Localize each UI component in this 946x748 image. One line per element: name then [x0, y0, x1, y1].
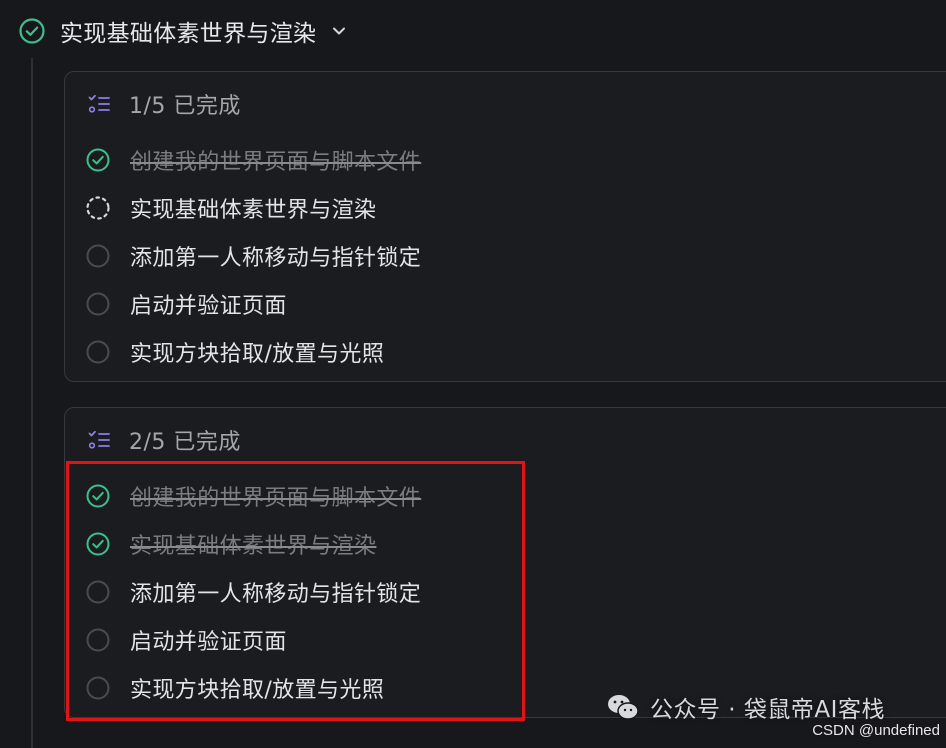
todo-item: 添加第一人称移动与指针锁定	[85, 568, 421, 616]
todo-list: 创建我的世界页面与脚本文件 实现基础体素世界与渲染 添加第一人称移动与指针锁定 …	[85, 472, 421, 712]
todo-progress: 2/5 已完成	[129, 430, 241, 455]
todo-card: 1/5 已完成 创建我的世界页面与脚本文件 实现基础体素世界与渲染 添加第一人称…	[64, 71, 946, 382]
todo-item: 实现方块拾取/放置与光照	[85, 328, 421, 376]
empty-circle-icon	[85, 291, 111, 317]
todo-item: 创建我的世界页面与脚本文件	[85, 136, 421, 184]
chat-panel: 实现基础体素世界与渲染 1/5 已完成 创建我的世界页面与脚本文件 实现基础体素…	[0, 0, 946, 748]
todo-item: 启动并验证页面	[85, 280, 421, 328]
todo-item-label: 添加第一人称移动与指针锁定	[130, 246, 422, 271]
todo-progress: 1/5 已完成	[129, 94, 241, 119]
todo-card-header: 1/5 已完成	[87, 88, 241, 120]
check-circle-icon	[18, 17, 46, 45]
wechat-icon	[606, 692, 640, 722]
empty-circle-icon	[85, 627, 111, 653]
thread-connector-line	[31, 58, 33, 748]
task-header[interactable]: 实现基础体素世界与渲染	[18, 14, 348, 48]
check-circle-icon	[85, 531, 111, 557]
loading-spinner-icon	[85, 195, 111, 221]
check-circle-icon	[85, 483, 111, 509]
watermark: 公众号 · 袋鼠帝AI客栈	[606, 690, 885, 724]
task-title: 实现基础体素世界与渲染	[60, 21, 317, 47]
todo-card-header: 2/5 已完成	[87, 424, 241, 456]
todo-item: 实现方块拾取/放置与光照	[85, 664, 421, 712]
todo-item-label: 实现方块拾取/放置与光照	[130, 678, 385, 703]
empty-circle-icon	[85, 675, 111, 701]
check-circle-icon	[85, 147, 111, 173]
todo-item-label: 启动并验证页面	[130, 630, 287, 655]
watermark-text: 公众号 · 袋鼠帝AI客栈	[650, 697, 885, 723]
empty-circle-icon	[85, 243, 111, 269]
todo-item: 启动并验证页面	[85, 616, 421, 664]
todo-item-label: 启动并验证页面	[130, 294, 287, 319]
todo-item-label: 创建我的世界页面与脚本文件	[130, 486, 422, 511]
todo-card: 2/5 已完成 创建我的世界页面与脚本文件 实现基础体素世界与渲染 添加第一人称…	[64, 407, 946, 718]
empty-circle-icon	[85, 339, 111, 365]
checklist-icon	[87, 429, 111, 451]
todo-item-label: 实现基础体素世界与渲染	[130, 534, 377, 559]
todo-item-label: 实现基础体素世界与渲染	[130, 198, 377, 223]
todo-item-label: 创建我的世界页面与脚本文件	[130, 150, 422, 175]
todo-list: 创建我的世界页面与脚本文件 实现基础体素世界与渲染 添加第一人称移动与指针锁定	[85, 136, 421, 376]
empty-circle-icon	[85, 579, 111, 605]
chevron-down-icon[interactable]	[330, 22, 348, 40]
todo-item: 实现基础体素世界与渲染	[85, 184, 421, 232]
todo-item: 实现基础体素世界与渲染	[85, 520, 421, 568]
todo-item: 创建我的世界页面与脚本文件	[85, 472, 421, 520]
todo-item-label: 实现方块拾取/放置与光照	[130, 342, 385, 367]
todo-item: 添加第一人称移动与指针锁定	[85, 232, 421, 280]
todo-item-label: 添加第一人称移动与指针锁定	[130, 582, 422, 607]
checklist-icon	[87, 93, 111, 115]
source-credit: CSDN @undefined	[812, 722, 940, 739]
